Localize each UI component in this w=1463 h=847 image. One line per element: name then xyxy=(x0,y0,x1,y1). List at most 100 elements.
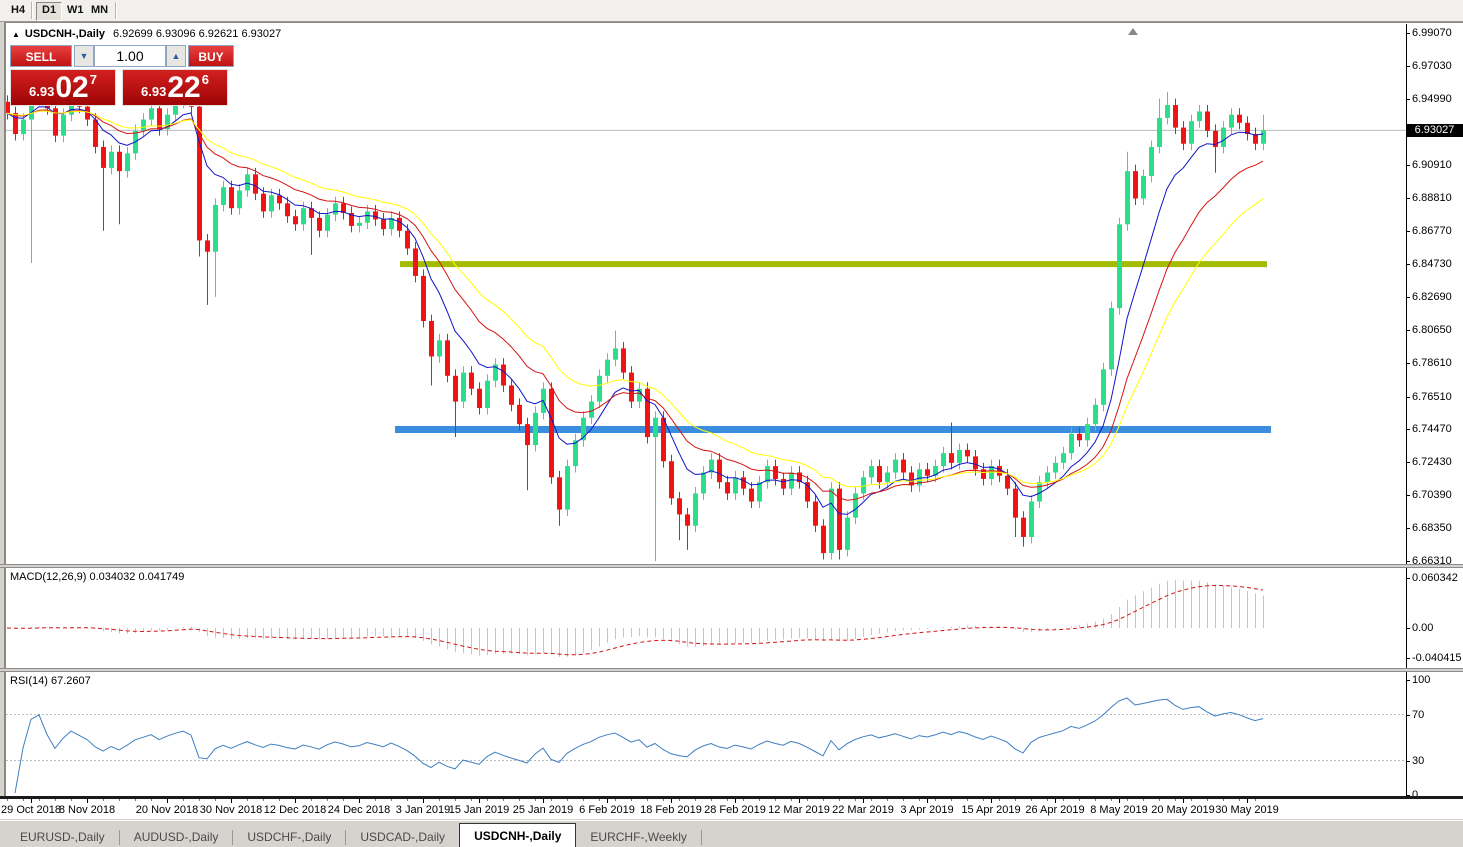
symbol-period-label: USDCNH-,Daily xyxy=(24,28,105,40)
tab-usdchf-daily[interactable]: USDCHF-,Daily xyxy=(233,827,345,847)
date-minor-tick xyxy=(711,799,712,801)
price-axis-label: 6.68350 xyxy=(1412,522,1452,535)
rsi-axis-tick xyxy=(1406,714,1410,716)
buy-price-button[interactable]: 6.93 22 6 xyxy=(122,69,228,106)
price-axis-label: 6.90910 xyxy=(1412,158,1452,171)
timeframe-toolbar: H4 D1 W1 MN xyxy=(0,0,1463,22)
tab-audusd-daily[interactable]: AUDUSD-,Daily xyxy=(120,827,233,847)
date-minor-tick xyxy=(983,799,984,801)
date-minor-tick xyxy=(215,799,216,801)
date-minor-tick xyxy=(327,799,328,801)
date-minor-tick xyxy=(1127,799,1128,801)
price-axis-label: 6.97030 xyxy=(1412,59,1452,72)
date-minor-tick xyxy=(1047,799,1048,801)
date-major-tick xyxy=(1119,799,1120,803)
date-minor-tick xyxy=(71,799,72,801)
price-axis-label: 6.70390 xyxy=(1412,489,1452,502)
date-minor-tick xyxy=(903,799,904,801)
date-major-tick xyxy=(799,799,800,803)
date-minor-tick xyxy=(279,799,280,801)
price-axis-tick xyxy=(1406,362,1410,364)
scroll-marker-icon[interactable] xyxy=(1128,28,1138,35)
date-minor-tick xyxy=(551,799,552,801)
panel-splitter[interactable] xyxy=(0,564,1463,568)
date-minor-tick xyxy=(1015,799,1016,801)
price-axis-label: 6.86770 xyxy=(1412,225,1452,238)
date-axis-label: 3 Jan 2019 xyxy=(395,804,451,816)
price-axis-tick xyxy=(1406,198,1410,200)
date-minor-tick xyxy=(519,799,520,801)
date-axis-label: 15 Jan 2019 xyxy=(448,804,510,816)
date-minor-tick xyxy=(407,799,408,801)
date-axis-label: 29 Oct 2018 xyxy=(1,804,61,816)
date-minor-tick xyxy=(439,799,440,801)
rsi-axis-label: 70 xyxy=(1412,708,1425,721)
date-minor-tick xyxy=(743,799,744,801)
price-axis-label: 6.94990 xyxy=(1412,92,1452,105)
volume-decrease-button[interactable]: ▼ xyxy=(74,45,94,67)
timeframe-mn-button[interactable]: MN xyxy=(86,2,113,19)
date-minor-tick xyxy=(183,799,184,801)
candlesticks xyxy=(6,79,1266,562)
date-major-tick xyxy=(87,799,88,803)
sell-price-pip: 7 xyxy=(89,72,97,87)
price-axis-label: 6.78610 xyxy=(1412,356,1452,369)
panel-splitter[interactable] xyxy=(0,668,1463,672)
macd-axis-label: -0.040415 xyxy=(1412,652,1462,664)
tab-usdcad-daily[interactable]: USDCAD-,Daily xyxy=(346,827,459,847)
tab-usdcnh-daily[interactable]: USDCNH-,Daily xyxy=(459,823,577,847)
date-axis-label: 22 Mar 2019 xyxy=(832,804,894,816)
rsi-indicator-chart[interactable] xyxy=(6,676,1406,795)
price-axis-label: 6.80650 xyxy=(1412,323,1452,336)
date-axis-label: 20 Nov 2018 xyxy=(135,804,199,816)
macd-axis-label: 0.060342 xyxy=(1412,571,1458,584)
ma-8-line xyxy=(6,106,1264,515)
date-axis-label: 30 Nov 2018 xyxy=(199,804,263,816)
date-axis-label: 6 Feb 2019 xyxy=(579,804,635,816)
timeframe-d1-button[interactable]: D1 xyxy=(36,2,63,21)
date-minor-tick xyxy=(375,799,376,801)
tab-eurchf-weekly[interactable]: EURCHF-,Weekly xyxy=(576,827,700,847)
date-minor-tick xyxy=(535,799,536,801)
price-axis-tick xyxy=(1406,231,1410,233)
date-minor-tick xyxy=(1159,799,1160,801)
date-minor-tick xyxy=(1143,799,1144,801)
date-minor-tick xyxy=(199,799,200,801)
price-chart[interactable] xyxy=(6,28,1406,564)
date-major-tick xyxy=(735,799,736,803)
date-axis-label: 26 Apr 2019 xyxy=(1025,804,1085,816)
timeframe-w1-button[interactable]: W1 xyxy=(62,2,89,19)
date-axis-label: 25 Jan 2019 xyxy=(512,804,574,816)
buy-button[interactable]: BUY xyxy=(188,45,234,67)
timeframe-h4-button[interactable]: H4 xyxy=(6,2,30,19)
date-axis: 29 Oct 2018 8 Nov 2018 20 Nov 2018 30 Nov 2… xyxy=(0,799,1463,819)
macd-histogram xyxy=(15,579,1264,657)
date-axis-label: 12 Dec 2018 xyxy=(263,804,327,816)
macd-axis-label: 0.00 xyxy=(1412,622,1434,634)
sell-button[interactable]: SELL xyxy=(10,45,72,67)
date-axis-label: 12 Mar 2019 xyxy=(768,804,830,816)
price-axis-tick xyxy=(1406,528,1410,530)
date-minor-tick xyxy=(1191,799,1192,801)
date-minor-tick xyxy=(887,799,888,801)
date-axis-label: 30 May 2019 xyxy=(1215,804,1279,816)
sell-price-button[interactable]: 6.93 02 7 xyxy=(10,69,116,106)
volume-input[interactable]: 1.00 xyxy=(94,45,166,67)
date-minor-tick xyxy=(839,799,840,801)
price-axis-tick xyxy=(1406,462,1410,464)
date-major-tick xyxy=(295,799,296,803)
date-axis-label: 18 Feb 2019 xyxy=(640,804,702,816)
date-minor-tick xyxy=(1239,799,1240,801)
rsi-axis-tick xyxy=(1406,760,1410,762)
tab-eurusd-daily[interactable]: EURUSD-,Daily xyxy=(6,827,119,847)
date-minor-tick xyxy=(455,799,456,801)
date-axis-label: 8 May 2019 xyxy=(1090,804,1148,816)
macd-signal-line xyxy=(6,584,1264,656)
date-minor-tick xyxy=(1095,799,1096,801)
date-minor-tick xyxy=(1111,799,1112,801)
rsi-line xyxy=(14,697,1264,794)
date-minor-tick xyxy=(775,799,776,801)
price-axis-tick xyxy=(1406,429,1410,431)
macd-indicator-chart[interactable] xyxy=(6,572,1406,666)
volume-increase-button[interactable]: ▲ xyxy=(166,45,186,67)
